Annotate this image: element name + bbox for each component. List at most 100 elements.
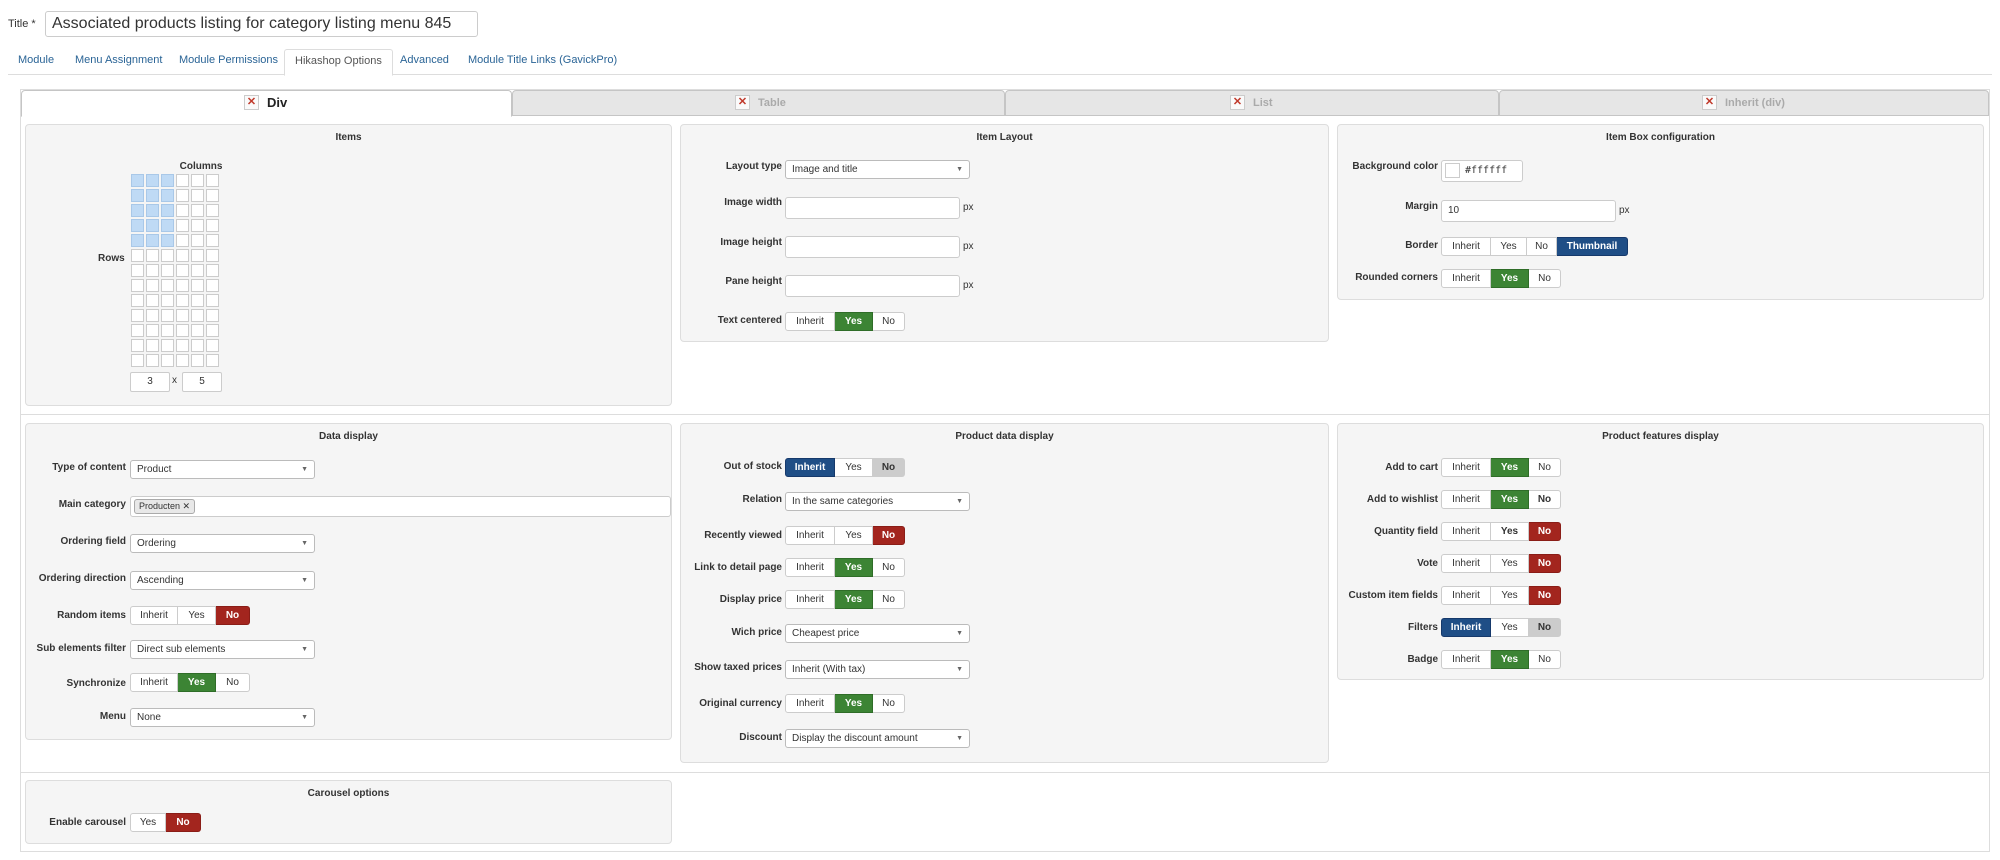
grid-cell[interactable] bbox=[161, 249, 174, 262]
grid-cell[interactable] bbox=[161, 204, 174, 217]
rows-input[interactable]: 5 bbox=[182, 372, 222, 392]
grid-cell[interactable] bbox=[206, 219, 219, 232]
grid-cell[interactable] bbox=[146, 324, 159, 337]
no-option[interactable]: No bbox=[873, 312, 905, 331]
grid-cell[interactable] bbox=[161, 309, 174, 322]
columns-input[interactable]: 3 bbox=[130, 372, 170, 392]
grid-cell[interactable] bbox=[176, 234, 189, 247]
grid-cell[interactable] bbox=[161, 354, 174, 367]
grid-cell[interactable] bbox=[131, 279, 144, 292]
grid-cell[interactable] bbox=[206, 294, 219, 307]
no-option[interactable]: No bbox=[873, 526, 905, 545]
color-swatch[interactable] bbox=[1445, 163, 1460, 178]
inherit-option[interactable]: Inherit bbox=[1441, 269, 1491, 288]
grid-cell[interactable] bbox=[191, 174, 204, 187]
grid-cell[interactable] bbox=[146, 249, 159, 262]
text-centered-toggle[interactable]: Inherit Yes No bbox=[785, 312, 905, 331]
out-of-stock-toggle[interactable]: Inherit Yes No bbox=[785, 458, 905, 477]
taxed-prices-select[interactable]: Inherit (With tax) ▼ bbox=[785, 660, 970, 679]
grid-cell[interactable] bbox=[161, 279, 174, 292]
yes-option[interactable]: Yes bbox=[835, 458, 873, 477]
grid-cell[interactable] bbox=[146, 219, 159, 232]
grid-cell[interactable] bbox=[131, 294, 144, 307]
grid-cell[interactable] bbox=[191, 249, 204, 262]
link-to-detail-toggle[interactable]: Inherit Yes No bbox=[785, 558, 905, 577]
synchronize-toggle[interactable]: Inherit Yes No bbox=[130, 673, 250, 692]
yes-option[interactable]: Yes bbox=[835, 590, 873, 609]
grid-cell[interactable] bbox=[206, 339, 219, 352]
filters-toggle[interactable]: Inherit Yes No bbox=[1441, 618, 1561, 637]
enable-carousel-toggle[interactable]: Yes No bbox=[130, 813, 201, 832]
no-option[interactable]: No bbox=[873, 458, 905, 477]
grid-cell[interactable] bbox=[191, 219, 204, 232]
grid-cell[interactable] bbox=[176, 249, 189, 262]
yes-option[interactable]: Yes bbox=[1491, 490, 1529, 509]
no-option[interactable]: No bbox=[1529, 554, 1561, 573]
random-items-toggle[interactable]: Inherit Yes No bbox=[130, 606, 250, 625]
yes-option[interactable]: Yes bbox=[835, 558, 873, 577]
grid-cell[interactable] bbox=[146, 309, 159, 322]
grid-cell[interactable] bbox=[161, 174, 174, 187]
menu-select[interactable]: None ▼ bbox=[130, 708, 315, 727]
yes-option[interactable]: Yes bbox=[1491, 586, 1529, 605]
yes-option[interactable]: Yes bbox=[1491, 554, 1529, 573]
inherit-option[interactable]: Inherit bbox=[785, 458, 835, 477]
inherit-option[interactable]: Inherit bbox=[785, 526, 835, 545]
grid-cell[interactable] bbox=[176, 204, 189, 217]
wich-price-select[interactable]: Cheapest price ▼ bbox=[785, 624, 970, 643]
yes-option[interactable]: Yes bbox=[130, 813, 166, 832]
display-price-toggle[interactable]: Inherit Yes No bbox=[785, 590, 905, 609]
layout-tab-inherit[interactable]: ✕ Inherit (div) bbox=[1499, 90, 1989, 116]
grid-cell[interactable] bbox=[161, 219, 174, 232]
grid-cell[interactable] bbox=[161, 189, 174, 202]
ordering-field-select[interactable]: Ordering ▼ bbox=[130, 534, 315, 553]
inherit-option[interactable]: Inherit bbox=[1441, 618, 1491, 637]
tab-advanced[interactable]: Advanced bbox=[390, 49, 459, 75]
quantity-field-toggle[interactable]: Inherit Yes No bbox=[1441, 522, 1561, 541]
no-option[interactable]: No bbox=[1527, 237, 1557, 256]
grid-cell[interactable] bbox=[206, 234, 219, 247]
yes-option[interactable]: Yes bbox=[835, 526, 873, 545]
grid-cell[interactable] bbox=[191, 354, 204, 367]
title-input[interactable]: Associated products listing for category… bbox=[45, 11, 478, 37]
grid-cell[interactable] bbox=[131, 219, 144, 232]
pane-height-input[interactable] bbox=[785, 275, 960, 297]
ordering-direction-select[interactable]: Ascending ▼ bbox=[130, 571, 315, 590]
grid-cell[interactable] bbox=[206, 249, 219, 262]
no-option[interactable]: No bbox=[166, 813, 201, 832]
inherit-option[interactable]: Inherit bbox=[785, 558, 835, 577]
tab-hikashop-options[interactable]: Hikashop Options bbox=[284, 49, 393, 76]
no-option[interactable]: No bbox=[1529, 618, 1561, 637]
grid-cell[interactable] bbox=[146, 354, 159, 367]
add-to-cart-toggle[interactable]: Inherit Yes No bbox=[1441, 458, 1561, 477]
grid-cell[interactable] bbox=[161, 234, 174, 247]
grid-cell[interactable] bbox=[206, 204, 219, 217]
discount-select[interactable]: Display the discount amount ▼ bbox=[785, 729, 970, 748]
layout-tab-div[interactable]: ✕ Div bbox=[21, 90, 512, 117]
grid-cell[interactable] bbox=[131, 324, 144, 337]
no-option[interactable]: No bbox=[1529, 586, 1561, 605]
grid-cell[interactable] bbox=[161, 264, 174, 277]
inherit-option[interactable]: Inherit bbox=[785, 312, 835, 331]
yes-option[interactable]: Yes bbox=[835, 694, 873, 713]
grid-cell[interactable] bbox=[206, 309, 219, 322]
grid-cell[interactable] bbox=[131, 264, 144, 277]
no-option[interactable]: No bbox=[1529, 458, 1561, 477]
grid-cell[interactable] bbox=[161, 324, 174, 337]
tab-module-title-links[interactable]: Module Title Links (GavickPro) bbox=[458, 49, 627, 75]
no-option[interactable]: No bbox=[873, 558, 905, 577]
thumbnail-option[interactable]: Thumbnail bbox=[1557, 237, 1628, 256]
grid-cell[interactable] bbox=[131, 249, 144, 262]
grid-cell[interactable] bbox=[206, 324, 219, 337]
inherit-option[interactable]: Inherit bbox=[130, 606, 178, 625]
grid-cell[interactable] bbox=[161, 339, 174, 352]
grid-cell[interactable] bbox=[191, 264, 204, 277]
grid-cell[interactable] bbox=[206, 174, 219, 187]
yes-option[interactable]: Yes bbox=[1491, 237, 1527, 256]
grid-cell[interactable] bbox=[176, 264, 189, 277]
no-option[interactable]: No bbox=[873, 590, 905, 609]
yes-option[interactable]: Yes bbox=[1491, 522, 1529, 541]
layout-tab-table[interactable]: ✕ Table bbox=[512, 90, 1005, 116]
grid-cell[interactable] bbox=[191, 339, 204, 352]
grid-cell[interactable] bbox=[131, 309, 144, 322]
